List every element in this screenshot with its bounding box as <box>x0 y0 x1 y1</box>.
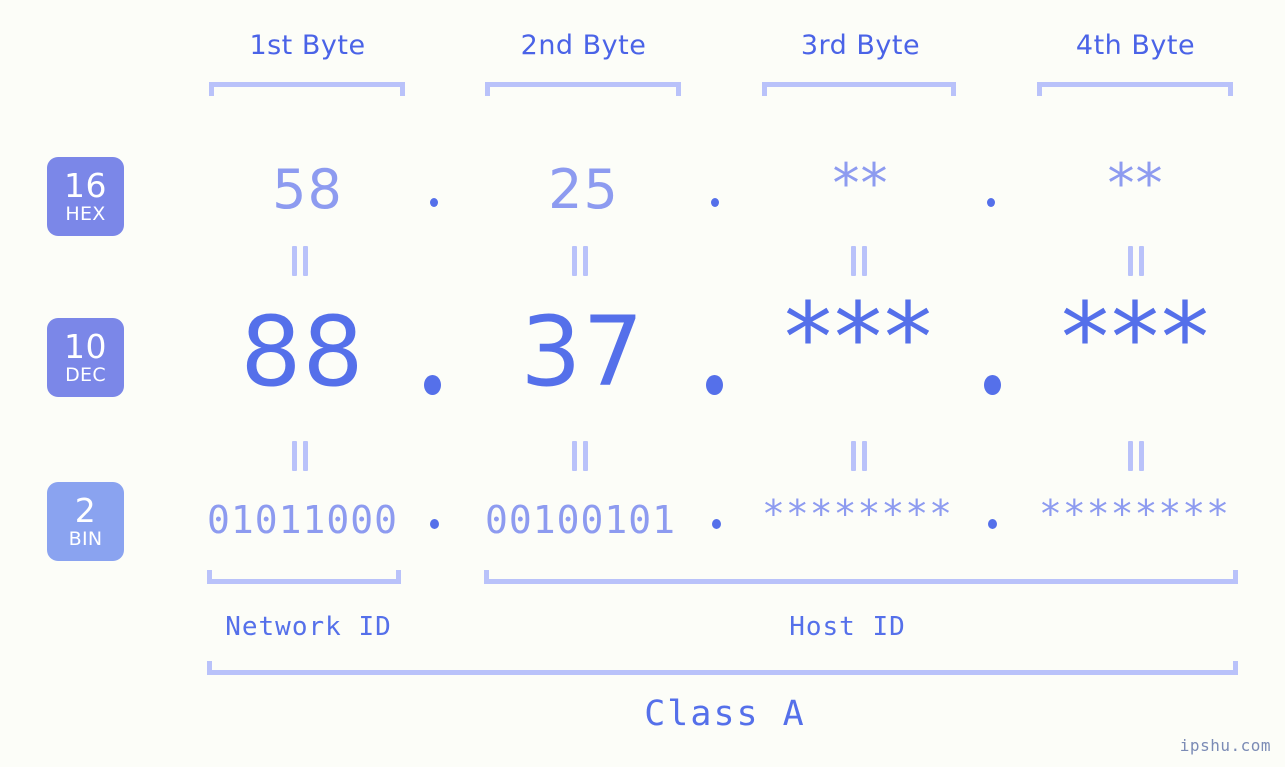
base-badge-hex-number: 16 <box>64 166 107 205</box>
base-badge-dec-number: 10 <box>64 327 107 366</box>
byte-header-1: 1st Byte <box>249 30 366 61</box>
base-badge-dec-name: DEC <box>65 364 106 386</box>
equals-connector-dec-bin-1 <box>292 441 308 471</box>
dec-octet-1: 88 <box>240 296 365 408</box>
hex-dot-separator-2 <box>711 198 719 207</box>
host-id-label: Host ID <box>789 612 906 642</box>
dec-dot-separator-3 <box>984 375 1001 395</box>
byte-bracket-top-4 <box>1037 82 1233 96</box>
class-label: Class A <box>644 694 806 734</box>
equals-connector-hex-dec-3 <box>851 246 867 276</box>
equals-connector-dec-bin-3 <box>851 441 867 471</box>
hex-dot-separator-3 <box>987 198 995 207</box>
equals-connector-hex-dec-4 <box>1128 246 1144 276</box>
bin-dot-separator-1 <box>430 519 439 529</box>
equals-connector-hex-dec-2 <box>572 246 588 276</box>
bin-octet-3: ******** <box>761 492 954 536</box>
dec-octet-4: *** <box>1061 282 1211 394</box>
byte-header-2: 2nd Byte <box>520 30 647 61</box>
class-bracket <box>207 661 1238 675</box>
dec-dot-separator-2 <box>706 375 723 395</box>
watermark: ipshu.com <box>1179 736 1271 755</box>
base-badge-bin-name: BIN <box>68 528 103 550</box>
network-id-bracket <box>207 570 401 584</box>
dec-octet-3: *** <box>784 282 934 394</box>
equals-connector-dec-bin-4 <box>1128 441 1144 471</box>
hex-octet-4: ** <box>1107 152 1164 215</box>
hex-octet-3: ** <box>832 152 889 215</box>
ip-byte-diagram: 1st Byte 2nd Byte 3rd Byte 4th Byte 16 H… <box>0 0 1285 767</box>
bin-dot-separator-2 <box>712 519 721 529</box>
base-badge-dec: 10 DEC <box>47 318 124 397</box>
byte-bracket-top-2 <box>485 82 681 96</box>
bin-dot-separator-3 <box>988 519 997 529</box>
hex-octet-1: 58 <box>272 158 343 221</box>
dec-dot-separator-1 <box>424 375 441 395</box>
bin-octet-1: 01011000 <box>206 498 399 542</box>
bin-octet-2: 00100101 <box>484 498 677 542</box>
base-badge-hex-name: HEX <box>65 203 106 225</box>
hex-dot-separator-1 <box>430 198 438 207</box>
base-badge-bin-number: 2 <box>74 491 97 530</box>
hex-octet-2: 25 <box>548 158 619 221</box>
dec-octet-2: 37 <box>520 296 645 408</box>
base-badge-bin: 2 BIN <box>47 482 124 561</box>
equals-connector-hex-dec-1 <box>292 246 308 276</box>
bin-octet-4: ******** <box>1038 492 1231 536</box>
host-id-bracket <box>484 570 1238 584</box>
equals-connector-dec-bin-2 <box>572 441 588 471</box>
byte-header-4: 4th Byte <box>1075 30 1196 61</box>
network-id-label: Network ID <box>225 612 392 642</box>
byte-bracket-top-1 <box>209 82 405 96</box>
base-badge-hex: 16 HEX <box>47 157 124 236</box>
byte-header-3: 3rd Byte <box>800 30 921 61</box>
byte-bracket-top-3 <box>762 82 956 96</box>
